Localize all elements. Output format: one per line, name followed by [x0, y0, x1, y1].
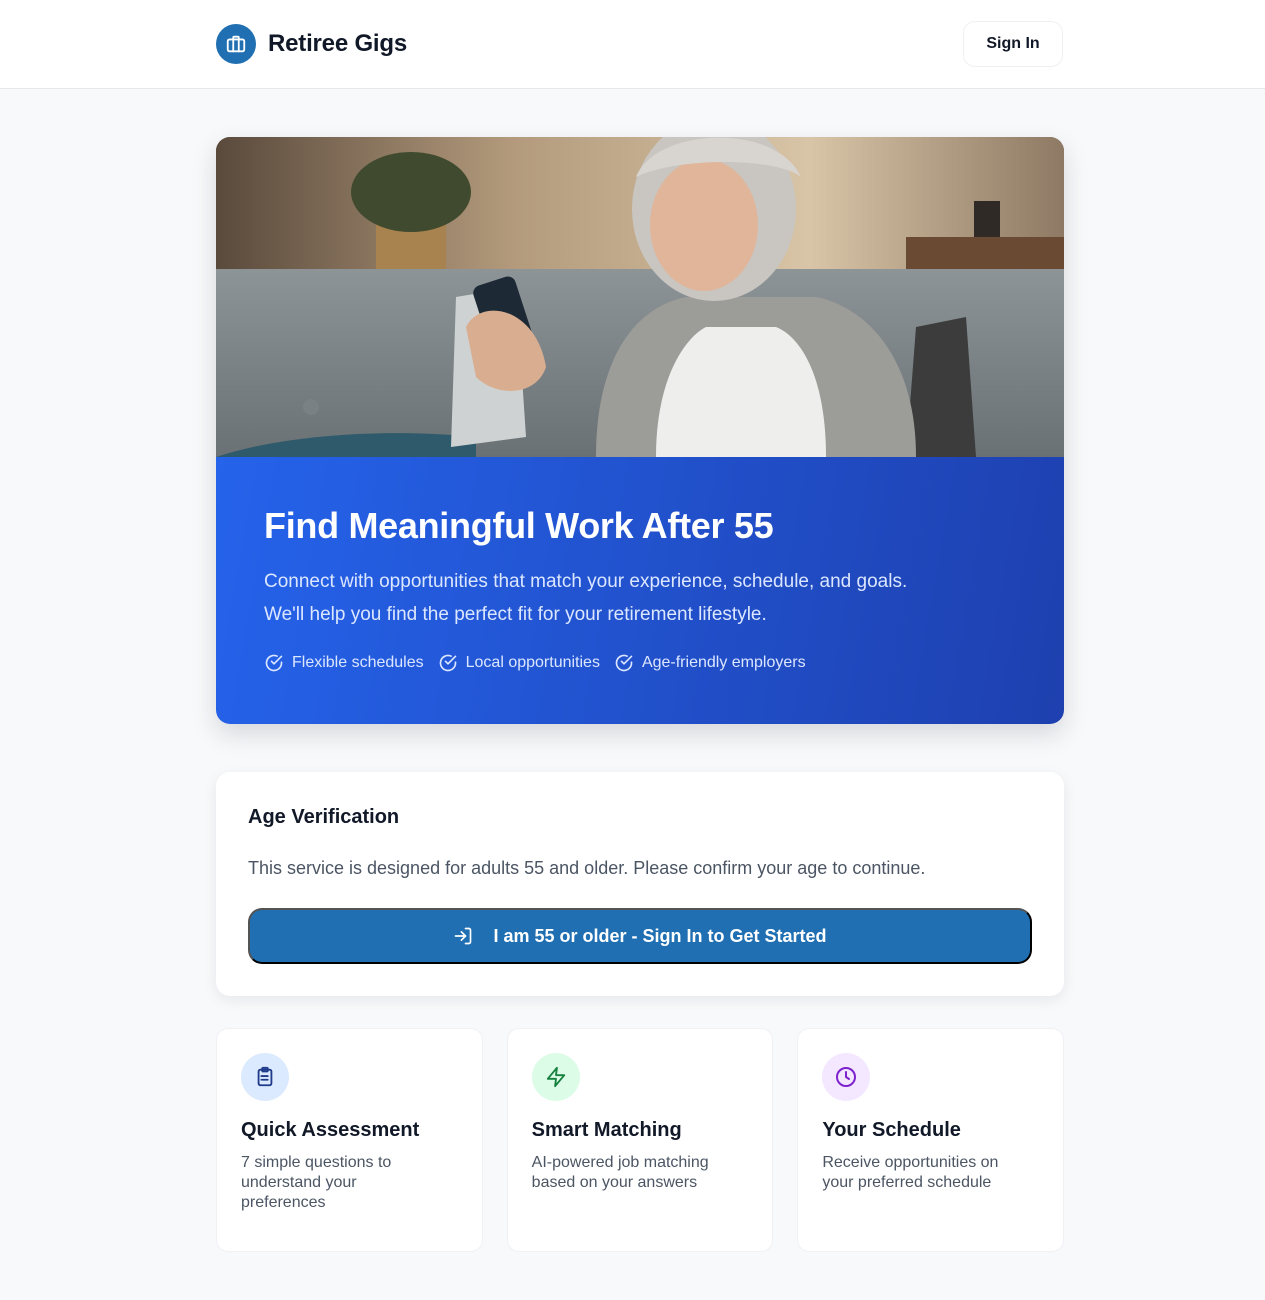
card-quick-assessment: Quick Assessment 7 simple questions to u… — [216, 1028, 483, 1252]
feature-label: Flexible schedules — [292, 654, 424, 671]
brand-name: Retiree Gigs — [268, 30, 407, 57]
hero-card: Find Meaningful Work After 55 Connect wi… — [216, 137, 1064, 724]
hero-photo — [216, 137, 1064, 457]
hero-title: Find Meaningful Work After 55 — [264, 505, 774, 546]
hero-subtitle: Connect with opportunities that match yo… — [264, 565, 1024, 631]
hero-subtitle-line-2: We'll help you find the perfect fit for … — [264, 604, 767, 625]
feature-label: Age-friendly employers — [641, 654, 806, 671]
check-circle-icon — [615, 654, 633, 672]
card-title: Smart Matching — [531, 1119, 682, 1141]
age-verification-description: This service is designed for adults 55 a… — [248, 858, 926, 878]
card-your-schedule: Your Schedule Receive opportunities on y… — [797, 1028, 1065, 1252]
hero-subtitle-line-1: Connect with opportunities that match yo… — [264, 571, 908, 592]
check-circle-icon — [439, 654, 456, 672]
card-description: Receive opportunities on your preferred … — [822, 1154, 999, 1191]
age-confirm-button-label: I am 55 or older - Sign In to Get Starte… — [493, 925, 827, 946]
hero-banner: Find Meaningful Work After 55 Connect wi… — [216, 457, 1064, 724]
feature-cards: Quick Assessment 7 simple questions to u… — [216, 1028, 1065, 1252]
card-description: 7 simple questions to understand your pr… — [241, 1154, 392, 1211]
card-title: Quick Assessment — [241, 1119, 420, 1141]
card-title: Your Schedule — [822, 1119, 961, 1141]
sign-in-button[interactable]: Sign In — [963, 21, 1063, 67]
top-navigation-bar: Retiree Gigs Sign In — [0, 0, 1265, 89]
briefcase-icon — [216, 24, 256, 64]
brand[interactable]: Retiree Gigs — [216, 24, 407, 64]
check-circle-icon — [265, 654, 283, 672]
clipboard-icon — [241, 1053, 289, 1101]
card-description: AI-powered job matching based on your an… — [531, 1154, 709, 1191]
feature-flexible-schedules: Flexible schedules — [264, 653, 424, 673]
age-verification-card: Age Verification This service is designe… — [216, 772, 1064, 996]
card-smart-matching: Smart Matching AI-powered job matching b… — [506, 1028, 774, 1252]
feature-local-opportunities: Local opportunities — [438, 653, 600, 673]
clock-icon — [822, 1053, 871, 1101]
hero-feature-list: Flexible schedules Local opportunities A… — [264, 653, 806, 673]
feature-label: Local opportunities — [465, 654, 600, 671]
age-confirm-sign-in-button[interactable]: I am 55 or older - Sign In to Get Starte… — [248, 908, 1032, 964]
sign-in-icon — [455, 927, 472, 945]
feature-age-friendly-employers: Age-friendly employers — [614, 653, 806, 673]
lightning-icon — [531, 1053, 580, 1101]
age-verification-title: Age Verification — [248, 806, 400, 828]
